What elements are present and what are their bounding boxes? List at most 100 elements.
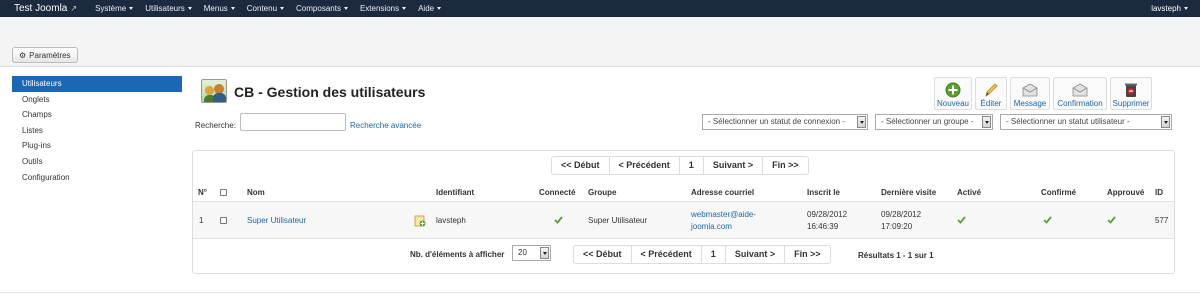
per-page-select[interactable]: 20 xyxy=(512,245,551,261)
user-name[interactable]: lavsteph xyxy=(1151,4,1181,13)
dropdown-arrow-icon xyxy=(1161,116,1170,128)
page-first-link[interactable]: << Début xyxy=(552,157,609,174)
col-group[interactable]: Groupe xyxy=(588,188,616,197)
page-number[interactable]: 1 xyxy=(678,157,703,174)
subheader-band xyxy=(0,17,1200,67)
page-prev-link[interactable]: < Précédent xyxy=(608,157,679,174)
search-label: Recherche: xyxy=(195,121,236,130)
menu-composants[interactable]: Composants xyxy=(290,4,354,13)
col-registered[interactable]: Inscrit le xyxy=(807,188,840,197)
external-link-icon[interactable]: ↗ xyxy=(70,4,77,13)
sidebar-item-utilisateurs[interactable]: Utilisateurs xyxy=(12,76,182,92)
footer-divider xyxy=(0,292,1200,293)
pagination-bottom: << Début < Précédent 1 Suivant > Fin >> xyxy=(573,245,831,264)
menu-utilisateurs[interactable]: Utilisateurs xyxy=(139,4,198,13)
sidebar-item-configuration[interactable]: Configuration xyxy=(12,170,182,186)
connection-status-filter[interactable]: - Sélectionner un statut de connexion - xyxy=(702,114,868,130)
row-registered-date: 09/28/2012 xyxy=(807,210,848,219)
col-last-visit[interactable]: Dernière visite xyxy=(881,188,936,197)
col-email[interactable]: Adresse courriel xyxy=(691,188,754,197)
menu-systeme[interactable]: Système xyxy=(89,4,139,13)
col-num: N° xyxy=(198,188,207,197)
sidebar-item-champs[interactable]: Champs xyxy=(12,107,182,123)
users-icon xyxy=(201,79,227,103)
group-filter[interactable]: - Sélectionner un groupe - xyxy=(875,114,993,130)
approved-check-icon[interactable] xyxy=(1107,216,1116,224)
dropdown-arrow-icon xyxy=(540,247,549,259)
page-title: CB - Gestion des utilisateurs xyxy=(234,84,426,100)
menu-menus[interactable]: Menus xyxy=(198,4,241,13)
sidebar: Utilisateurs Onglets Champs Listes Plug-… xyxy=(12,76,182,185)
menu-extensions[interactable]: Extensions xyxy=(354,4,412,13)
row-email-link-line2[interactable]: joomla.com xyxy=(691,221,732,232)
sidebar-item-plugins[interactable]: Plug-ins xyxy=(12,138,182,154)
col-login[interactable]: Identifiant xyxy=(436,188,474,197)
page-first-link[interactable]: << Début xyxy=(574,246,631,263)
row-login: lavsteph xyxy=(436,216,466,225)
plus-circle-icon xyxy=(945,82,961,98)
confirmed-check-icon[interactable] xyxy=(1043,216,1052,224)
action-toolbar: Nouveau Éditer Message Confirmation Supp… xyxy=(934,77,1152,110)
dropdown-arrow-icon xyxy=(857,116,866,128)
site-brand[interactable]: Test Joomla ↗ xyxy=(14,3,77,14)
per-page-label: Nb. d'éléments à afficher xyxy=(410,250,505,259)
gear-icon: ⚙ xyxy=(19,50,27,60)
caret-down-icon xyxy=(437,7,442,10)
user-edit-icon[interactable] xyxy=(414,215,426,227)
pencil-icon xyxy=(985,83,998,97)
row-last-visit-date: 09/28/2012 xyxy=(881,210,922,219)
user-menu[interactable]: lavsteph xyxy=(1151,0,1188,17)
col-id[interactable]: ID xyxy=(1155,188,1163,197)
sidebar-item-onglets[interactable]: Onglets xyxy=(12,92,182,108)
page-last-link[interactable]: Fin >> xyxy=(784,246,830,263)
row-checkbox[interactable] xyxy=(220,217,227,224)
caret-down-icon xyxy=(129,7,134,10)
advanced-search-link[interactable]: Recherche avancée xyxy=(350,121,421,130)
delete-button[interactable]: Supprimer xyxy=(1110,77,1152,110)
results-count: Résultats 1 - 1 sur 1 xyxy=(858,251,934,260)
caret-down-icon xyxy=(1184,7,1188,10)
sidebar-item-listes[interactable]: Listes xyxy=(12,123,182,139)
col-connected[interactable]: Connecté xyxy=(539,188,575,197)
new-button[interactable]: Nouveau xyxy=(934,77,972,110)
envelope-icon xyxy=(1022,83,1038,97)
pagination-top: << Début < Précédent 1 Suivant > Fin >> xyxy=(551,156,809,175)
edit-button[interactable]: Éditer xyxy=(975,77,1007,110)
caret-down-icon xyxy=(402,7,407,10)
sidebar-item-outils[interactable]: Outils xyxy=(12,154,182,170)
caret-down-icon xyxy=(187,7,192,10)
user-status-filter[interactable]: - Sélectionner un statut utilisateur - xyxy=(1000,114,1172,130)
connected-check-icon xyxy=(554,216,563,224)
envelope-check-icon xyxy=(1072,83,1088,97)
dropdown-arrow-icon xyxy=(982,116,991,128)
site-name[interactable]: Test Joomla xyxy=(14,3,67,14)
row-registered-time: 16:46:39 xyxy=(807,222,839,231)
active-check-icon[interactable] xyxy=(957,216,966,224)
menu-contenu[interactable]: Contenu xyxy=(241,4,290,13)
row-last-visit-time: 17:09:20 xyxy=(881,222,913,231)
search-input[interactable] xyxy=(240,113,346,131)
page-next-link[interactable]: Suivant > xyxy=(702,157,762,174)
page-prev-link[interactable]: < Précédent xyxy=(630,246,701,263)
message-button[interactable]: Message xyxy=(1010,77,1050,110)
col-active[interactable]: Activé xyxy=(957,188,981,197)
params-button[interactable]: ⚙ Paramètres xyxy=(12,47,78,63)
caret-down-icon xyxy=(343,7,348,10)
table-row xyxy=(193,202,1174,238)
row-name-link[interactable]: Super Utilisateur xyxy=(247,215,306,226)
main-menu: Système Utilisateurs Menus Contenu Compo… xyxy=(89,4,447,13)
confirmation-button[interactable]: Confirmation xyxy=(1053,77,1107,110)
page-next-link[interactable]: Suivant > xyxy=(724,246,784,263)
col-name[interactable]: Nom xyxy=(247,188,265,197)
row-divider xyxy=(193,238,1174,239)
trash-icon xyxy=(1125,83,1137,97)
col-confirmed[interactable]: Confirmé xyxy=(1041,188,1076,197)
top-navbar: Test Joomla ↗ Système Utilisateurs Menus… xyxy=(0,0,1200,17)
row-email-link-line1[interactable]: webmaster@aide- xyxy=(691,209,756,220)
page-number[interactable]: 1 xyxy=(700,246,725,263)
row-id: 577 xyxy=(1155,216,1169,225)
col-approved[interactable]: Approuvé xyxy=(1107,188,1144,197)
menu-aide[interactable]: Aide xyxy=(412,4,447,13)
select-all-checkbox[interactable] xyxy=(220,189,227,196)
page-last-link[interactable]: Fin >> xyxy=(762,157,808,174)
